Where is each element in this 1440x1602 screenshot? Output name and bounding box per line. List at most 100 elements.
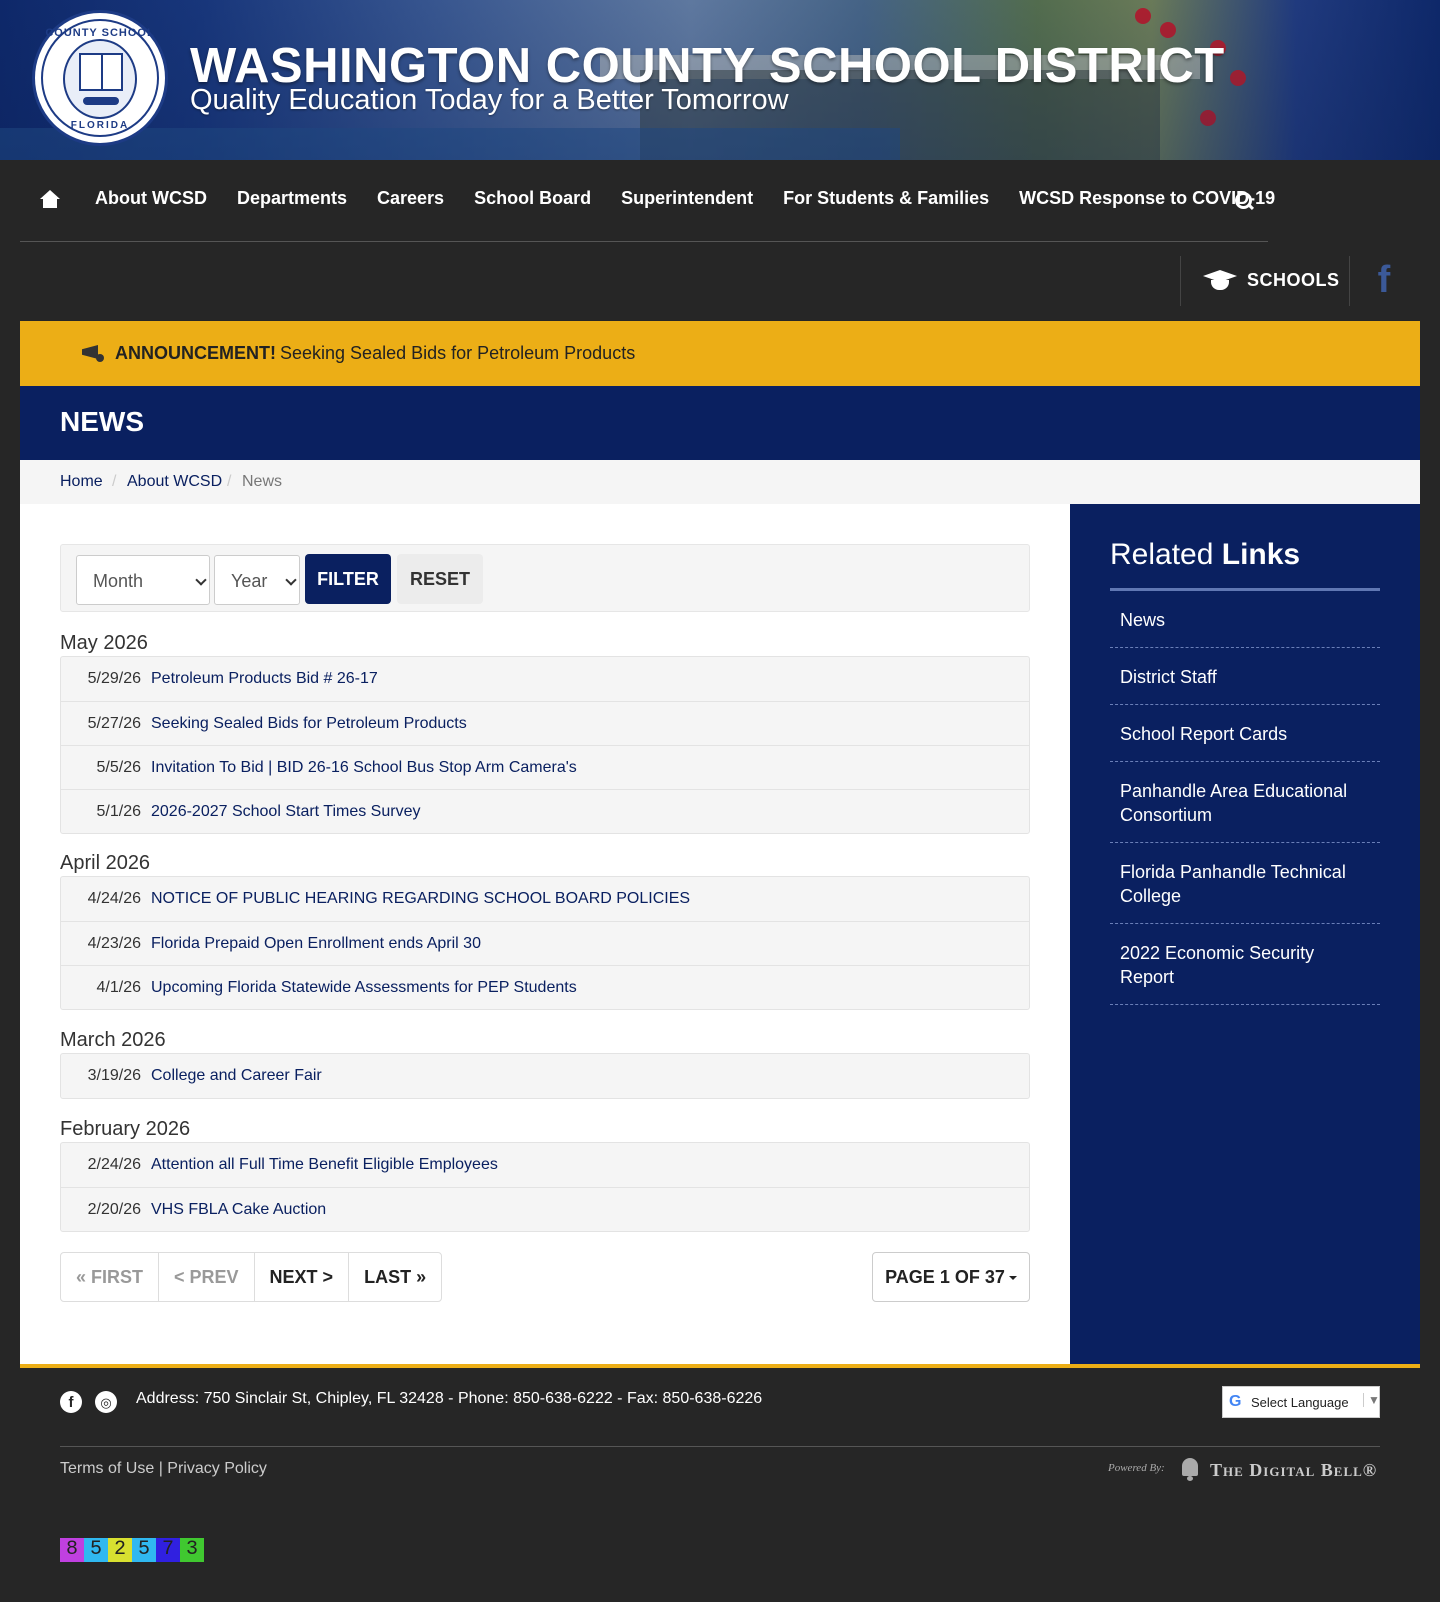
month-heading: February 2026 (60, 1118, 191, 1140)
footer-divider (60, 1446, 1380, 1447)
related-link-news[interactable]: News (1110, 591, 1380, 648)
related-title-bold: Links (1221, 538, 1301, 571)
district-seal-logo[interactable]: COUNTY SCHOOL FLORIDA (32, 10, 168, 146)
schools-label: SCHOOLS (1247, 270, 1340, 290)
schools-button[interactable]: SCHOOLS (1180, 256, 1350, 306)
breadcrumb-separator: / (227, 473, 232, 490)
news-date: 2/24/26 (87, 1156, 141, 1173)
news-list: 3/19/26 College and Career Fair (60, 1053, 1030, 1099)
news-date: 4/23/26 (87, 935, 141, 952)
news-row: 2/20/26 VHS FBLA Cake Auction (61, 1187, 1029, 1231)
facebook-icon[interactable]: f (1372, 256, 1396, 301)
breadcrumb-about[interactable]: About WCSD (127, 473, 222, 491)
pagination-last[interactable]: LAST » (348, 1253, 441, 1301)
breadcrumb-home[interactable]: Home (60, 473, 103, 491)
page-header: NEWS (20, 386, 1420, 460)
counter-digit: 5 (84, 1538, 108, 1562)
counter-digit: 8 (60, 1538, 84, 1562)
megaphone-icon (82, 343, 104, 363)
select-language-dropdown[interactable]: G Select Language ▼ (1222, 1386, 1380, 1418)
rss-icon[interactable]: ◎ (95, 1391, 117, 1413)
seal-text-top: COUNTY SCHOOL (45, 27, 155, 39)
news-link[interactable]: 2026-2027 School Start Times Survey (151, 803, 420, 821)
news-date: 5/29/26 (87, 670, 141, 687)
news-link[interactable]: Invitation To Bid | BID 26-16 School Bus… (151, 759, 577, 777)
digital-bell-brand[interactable]: The Digital Bell® (1210, 1460, 1377, 1481)
graduation-cap-icon (1201, 268, 1239, 294)
pagination-first[interactable]: « FIRST (61, 1253, 158, 1301)
counter-digit: 7 (156, 1538, 180, 1562)
related-link-report-cards[interactable]: School Report Cards (1110, 705, 1380, 762)
facebook-icon[interactable]: f (60, 1391, 82, 1413)
site-tagline: Quality Education Today for a Better Tom… (190, 84, 789, 116)
main-content: Month Year FILTER RESET May 2026 5/29/26… (20, 504, 1070, 1364)
search-icon[interactable] (1235, 192, 1253, 210)
year-select[interactable]: Year (214, 555, 300, 605)
news-date: 3/19/26 (87, 1067, 141, 1084)
related-links-list: News District Staff School Report Cards … (1110, 591, 1380, 1005)
news-date: 4/24/26 (87, 890, 141, 907)
news-link[interactable]: NOTICE OF PUBLIC HEARING REGARDING SCHOO… (151, 890, 690, 908)
news-link[interactable]: Upcoming Florida Statewide Assessments f… (151, 979, 577, 997)
month-select[interactable]: Month (76, 555, 210, 605)
news-row: 4/1/26 Upcoming Florida Statewide Assess… (61, 965, 1029, 1009)
news-link[interactable]: College and Career Fair (151, 1067, 322, 1085)
page-of-label: PAGE 1 OF 37 (885, 1267, 1005, 1287)
nav-item-superintendent[interactable]: Superintendent (621, 188, 753, 209)
related-links-title: Related Links (1110, 538, 1300, 572)
nav-item-students-families[interactable]: For Students & Families (783, 188, 989, 209)
lamp-icon (83, 97, 119, 105)
month-select-value: Month (93, 571, 144, 591)
month-heading: April 2026 (60, 852, 151, 874)
counter-digit: 2 (108, 1538, 132, 1562)
pagination: « FIRST < PREV NEXT > LAST » (60, 1252, 443, 1302)
news-row: 4/23/26 Florida Prepaid Open Enrollment … (61, 921, 1029, 965)
home-icon[interactable] (40, 190, 60, 210)
privacy-link[interactable]: Privacy Policy (167, 1460, 267, 1477)
footer-links-separator: | (154, 1460, 168, 1477)
news-filter: Month Year FILTER RESET (60, 544, 1030, 612)
news-row: 3/19/26 College and Career Fair (61, 1054, 1029, 1098)
main-nav: About WCSD Departments Careers School Bo… (20, 160, 1275, 242)
news-list: 2/24/26 Attention all Full Time Benefit … (60, 1142, 1030, 1232)
site-footer: f ◎ Address: 750 Sinclair St, Chipley, F… (20, 1368, 1420, 1602)
news-row: 2/24/26 Attention all Full Time Benefit … (61, 1143, 1029, 1187)
news-list: 5/29/26 Petroleum Products Bid # 26-17 5… (60, 656, 1030, 834)
nav-item-school-board[interactable]: School Board (474, 188, 591, 209)
announcement-bar: ANNOUNCEMENT! Seeking Sealed Bids for Pe… (20, 321, 1420, 386)
pagination-prev[interactable]: < PREV (158, 1253, 254, 1301)
pagination-next[interactable]: NEXT > (253, 1253, 349, 1301)
news-link[interactable]: Petroleum Products Bid # 26-17 (151, 670, 378, 688)
year-select-value: Year (231, 571, 268, 591)
related-link-paec[interactable]: Panhandle Area Educational Consortium (1110, 762, 1380, 843)
reset-button[interactable]: RESET (397, 554, 483, 604)
news-link[interactable]: Attention all Full Time Benefit Eligible… (151, 1156, 498, 1174)
announcement-link[interactable]: Seeking Sealed Bids for Petroleum Produc… (280, 343, 635, 364)
news-row: 5/5/26 Invitation To Bid | BID 26-16 Sch… (61, 745, 1029, 789)
breadcrumb-current: News (242, 473, 283, 490)
counter-digit: 3 (180, 1538, 204, 1562)
news-link[interactable]: VHS FBLA Cake Auction (151, 1201, 326, 1219)
related-link-fptc[interactable]: Florida Panhandle Technical College (1110, 843, 1380, 924)
news-date: 2/20/26 (87, 1201, 141, 1218)
news-link[interactable]: Seeking Sealed Bids for Petroleum Produc… (151, 715, 467, 733)
news-row: 5/29/26 Petroleum Products Bid # 26-17 (61, 657, 1029, 701)
nav-item-careers[interactable]: Careers (377, 188, 444, 209)
breadcrumb: Home / About WCSD / News (20, 460, 1420, 504)
news-list: 4/24/26 NOTICE OF PUBLIC HEARING REGARDI… (60, 876, 1030, 1010)
related-link-economic-report[interactable]: 2022 Economic Security Report (1110, 924, 1380, 1005)
nav-item-about[interactable]: About WCSD (95, 188, 207, 209)
related-link-district-staff[interactable]: District Staff (1110, 648, 1380, 705)
filter-button[interactable]: FILTER (305, 554, 391, 604)
announcement-title: ANNOUNCEMENT! (115, 343, 276, 363)
book-icon (79, 53, 123, 91)
chevron-down-icon (285, 574, 297, 586)
terms-link[interactable]: Terms of Use (60, 1460, 154, 1477)
news-date: 5/5/26 (96, 759, 141, 776)
nav-item-departments[interactable]: Departments (237, 188, 347, 209)
nav-list: About WCSD Departments Careers School Bo… (95, 188, 1305, 209)
page-select-dropdown[interactable]: PAGE 1 OF 37 (872, 1252, 1030, 1302)
news-link[interactable]: Florida Prepaid Open Enrollment ends Apr… (151, 935, 481, 953)
month-heading: May 2026 (60, 632, 148, 654)
seal-text-bottom: FLORIDA (70, 120, 130, 131)
